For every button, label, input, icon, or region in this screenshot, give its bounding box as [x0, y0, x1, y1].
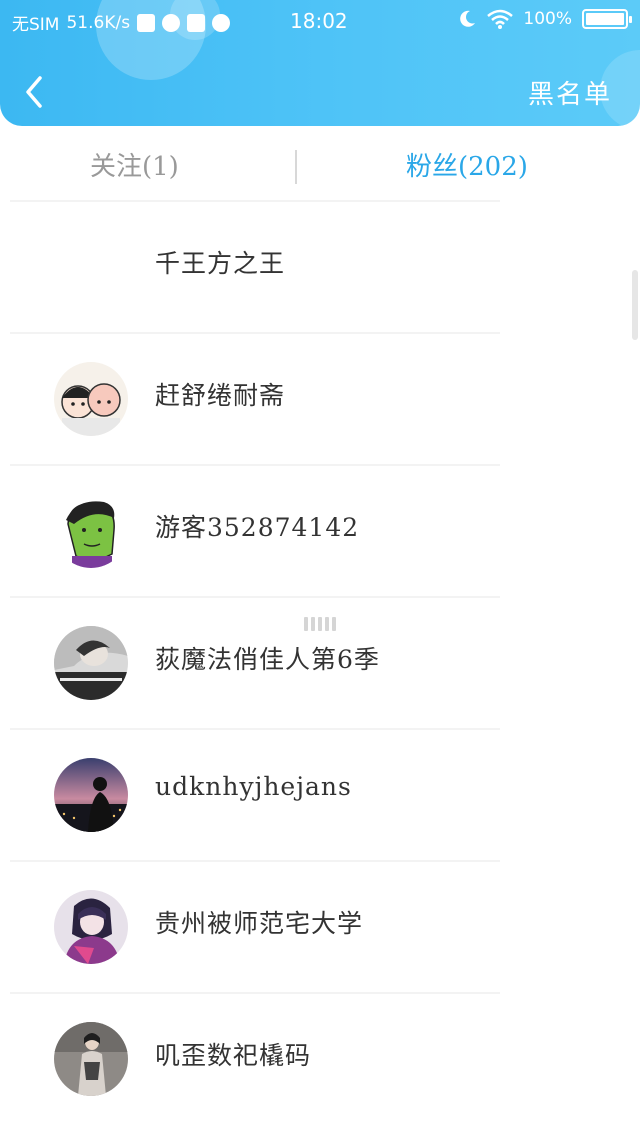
battery-icon: [582, 9, 632, 29]
anime-character-avatar: [54, 890, 128, 964]
user-name: 千王方之王: [155, 249, 286, 278]
list-item[interactable]: 游客352874142: [10, 464, 500, 596]
back-arrow-icon[interactable]: [20, 72, 50, 112]
mail-icon: [187, 13, 206, 32]
list-item[interactable]: 千王方之王: [10, 200, 500, 332]
hulk-cartoon-avatar: [54, 494, 128, 568]
header-bar: 无SIM 51.6K/s 18:02 100% 黑名单: [0, 0, 640, 126]
tab-divider: [295, 150, 297, 184]
notification-icon: [137, 13, 156, 32]
list-item[interactable]: 叽歪数祀橇码: [10, 992, 500, 1124]
fans-list: 千王方之王 赶舒绻耐斋 游客352874142 荻魔法俏佳人第6季 udknhy…: [0, 200, 640, 1124]
wifi-icon: [487, 9, 514, 29]
user-name: udknhyjhejans: [155, 772, 352, 801]
list-item[interactable]: 赶舒绻耐斋: [10, 332, 500, 464]
user-name: 贵州被师范宅大学: [155, 909, 364, 938]
girl-photo-avatar: [54, 626, 128, 700]
android-icon: [212, 13, 231, 32]
network-speed: 51.6K/s: [66, 12, 131, 33]
user-name: 游客352874142: [155, 513, 360, 542]
sunset-silhouette-avatar: [54, 758, 128, 832]
moon-icon: [460, 10, 476, 27]
app-notification-icon: [162, 13, 181, 32]
cartoon-couple-avatar: [54, 362, 128, 436]
list-item[interactable]: 贵州被师范宅大学: [10, 860, 500, 992]
list-item[interactable]: udknhyjhejans: [10, 728, 500, 860]
user-name: 荻魔法俏佳人第6季: [155, 645, 380, 674]
tab-fans[interactable]: 粉丝(202): [406, 146, 528, 183]
carrier-text: 无SIM: [12, 15, 60, 35]
battery-percent: 100%: [523, 9, 572, 29]
user-name: 叽歪数祀橇码: [155, 1041, 312, 1070]
person-photo-avatar: [54, 1022, 128, 1096]
blacklist-button[interactable]: 黑名单: [528, 74, 612, 111]
list-item[interactable]: 荻魔法俏佳人第6季: [10, 596, 500, 728]
loading-indicator: [304, 617, 336, 631]
user-name: 赶舒绻耐斋: [155, 381, 286, 410]
clock: 18:02: [290, 9, 348, 33]
tab-following[interactable]: 关注(1): [90, 146, 179, 183]
status-bar: 无SIM 51.6K/s 18:02 100%: [0, 0, 640, 42]
tab-bar: 关注(1) 粉丝(202): [0, 126, 640, 204]
